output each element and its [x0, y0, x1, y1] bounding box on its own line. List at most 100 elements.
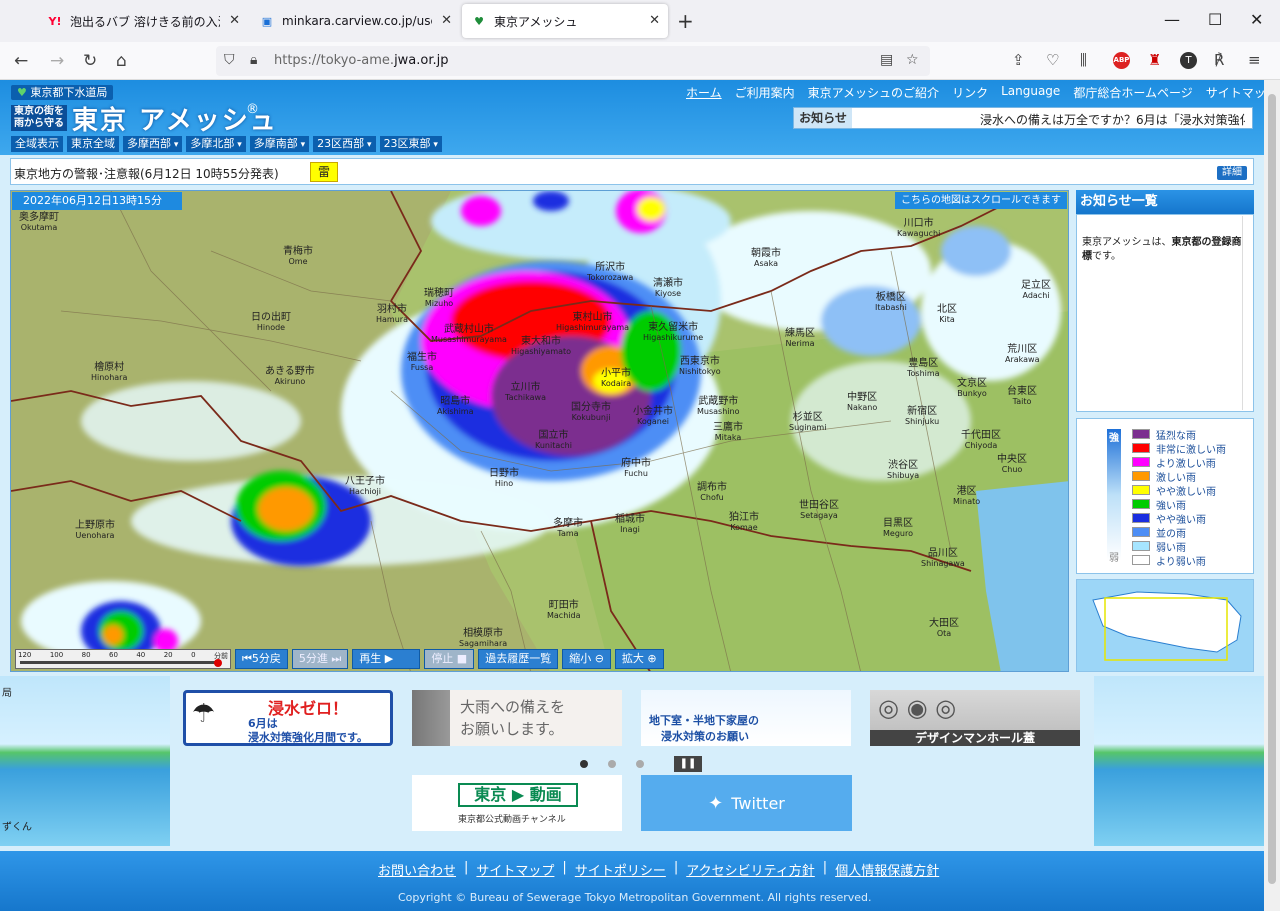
tab-yahoo[interactable]: Y! 泡出るバブ 溶けきる前の入浴NG - ✕	[38, 4, 248, 38]
ublock-icon[interactable]: ♜	[1148, 51, 1161, 69]
tokyo-video-banner[interactable]: 東京 ▶ 動画 東京都公式動画チャンネル	[412, 775, 622, 831]
place-label: 所沢市 Tokorozawa	[587, 262, 634, 283]
area-all-view[interactable]: 全域表示	[11, 136, 63, 152]
play-button[interactable]: 再生 ▶	[352, 649, 421, 669]
history-button[interactable]: 過去履歴一覧	[478, 649, 559, 669]
abp-icon[interactable]: ABP	[1113, 52, 1130, 69]
place-label: 板橋区 Itabashi	[875, 292, 907, 313]
place-label: 小平市 Kodaira	[601, 368, 632, 389]
overview-minimap[interactable]	[1076, 579, 1254, 672]
banner-heavy-rain[interactable]: 大雨への備えを お願いします。	[412, 690, 622, 746]
zoom-out-button[interactable]: 縮小 ⊖	[562, 649, 611, 669]
place-label: 日の出町 Hinode	[251, 312, 291, 333]
url-bar[interactable]: ⛉ 🔒︎ https://tokyo-ame.jwa.or.jp ▤ ☆	[216, 46, 930, 76]
nav-home[interactable]: ホーム	[686, 84, 722, 101]
new-tab-icon[interactable]: +	[677, 9, 694, 33]
footer-link-accessibility[interactable]: アクセシビリティ方針	[686, 860, 815, 879]
browser-tab-bar: Y! 泡出るバブ 溶けきる前の入浴NG - ✕ ▣ minkara.carvie…	[0, 0, 1280, 42]
page-scrollbar[interactable]	[1264, 80, 1280, 911]
legend-swatch	[1132, 541, 1150, 551]
tab-tokyo-amesh[interactable]: ♥ 東京アメッシュ ✕	[462, 4, 668, 38]
rain-radar-map[interactable]: 2022年06月12日13時15分 こちらの地図はスクロールできます 奥多摩町 O…	[10, 190, 1069, 672]
area-tokyo-all[interactable]: 東京全域	[67, 136, 119, 152]
back-icon[interactable]: ←	[14, 51, 28, 71]
place-label: 朝霞市 Asaka	[751, 248, 781, 269]
footer-link-policy[interactable]: サイトポリシー	[575, 860, 666, 879]
place-label: 練馬区 Nerima	[785, 328, 815, 349]
carousel-dot[interactable]	[608, 760, 616, 768]
library-icon[interactable]: ⫼	[1080, 51, 1087, 69]
banner-title: 浸水ゼロ！	[268, 699, 349, 718]
nav-metro-gov[interactable]: 都庁総合ホームページ	[1073, 84, 1192, 101]
warning-detail-button[interactable]: 詳細	[1217, 166, 1247, 180]
thunder-warning-badge[interactable]: 雷	[310, 162, 338, 182]
scrollbar-thumb[interactable]	[1268, 94, 1276, 884]
home-icon[interactable]: ⌂	[116, 51, 127, 71]
banner-flood-zero[interactable]: ☂ 浸水ゼロ！ 6月は 浸水対策強化月間です。	[183, 690, 393, 746]
news-scrollbar[interactable]	[1242, 216, 1252, 410]
tab-minkara[interactable]: ▣ minkara.carview.co.jp/userid/22 ✕	[250, 4, 460, 38]
news-text: 東京アメッシュは、	[1082, 237, 1172, 248]
twitter-bird-icon: ✦	[708, 792, 724, 814]
legend-item: 猛烈な雨	[1132, 427, 1226, 442]
footer-link-contact[interactable]: お問い合わせ	[378, 860, 456, 879]
nav-guide[interactable]: ご利用案内	[735, 84, 795, 101]
time-scale-slider[interactable]: 120 100 80 60 40 20 0 分前	[15, 649, 231, 669]
close-icon[interactable]: ✕	[649, 13, 660, 28]
banner-design-manhole[interactable]: ◎ ◉ ◎ デザインマンホール蓋	[870, 690, 1080, 746]
copyright: Copyright © Bureau of Sewerage Tokyo Met…	[398, 891, 872, 904]
minimize-icon[interactable]: —	[1164, 10, 1180, 29]
shield-icon[interactable]: ⛉	[224, 52, 235, 68]
place-label: 武蔵野市 Musashino	[697, 396, 740, 417]
reload-icon[interactable]: ↻	[83, 51, 97, 71]
nav-language[interactable]: Language	[1001, 84, 1060, 101]
area-tama-south[interactable]: 多摩南部	[249, 136, 310, 152]
place-label: 品川区 Shinagawa	[921, 548, 965, 569]
bureau-label[interactable]: ♥ 東京都下水道局	[11, 85, 114, 100]
notice-text[interactable]: 浸水への備えは万全ですか？6月は「浸水対策強化	[980, 111, 1245, 128]
carousel-pause-button[interactable]: ❚❚	[674, 756, 702, 772]
place-label: 東村山市 Higashimurayama	[556, 312, 630, 333]
account-icon[interactable]: T	[1180, 52, 1197, 69]
zoom-in-button[interactable]: 拡大 ⊕	[614, 649, 664, 669]
nav-sitemap[interactable]: サイトマップ	[1206, 84, 1264, 101]
rw-icon[interactable]: ℟	[1214, 51, 1224, 69]
menu-icon[interactable]: ≡	[1248, 51, 1261, 69]
carousel-dot[interactable]	[580, 760, 588, 768]
area-23ku-west[interactable]: 23区西部	[313, 136, 376, 152]
umbrella-mascot-icon: ☂	[192, 699, 216, 729]
lock-icon[interactable]: 🔒︎	[250, 52, 257, 68]
forward-icon[interactable]: →	[50, 51, 64, 71]
footer-link-sitemap[interactable]: サイトマップ	[476, 860, 554, 879]
scale-tick: 120	[18, 651, 32, 659]
close-icon[interactable]: ✕	[229, 13, 240, 28]
nav-about[interactable]: 東京アメッシュのご紹介	[808, 84, 939, 101]
bookmark-star-icon[interactable]: ☆	[906, 52, 919, 68]
area-tama-north[interactable]: 多摩北部	[186, 136, 246, 152]
area-tama-west[interactable]: 多摩西部	[123, 136, 183, 152]
twitter-banner[interactable]: ✦ Twitter	[641, 775, 852, 831]
scale-handle[interactable]	[214, 659, 222, 667]
place-label: 国分寺市 Kokubunji	[571, 402, 611, 423]
area-23ku-east[interactable]: 23区東部	[379, 136, 442, 152]
window-close-icon[interactable]: ✕	[1250, 10, 1263, 29]
back-5min-button[interactable]: ⏮5分戻	[235, 649, 288, 669]
maximize-icon[interactable]: ☐	[1208, 10, 1222, 29]
time-scale-ticks: 120 100 80 60 40 20 0 分前	[18, 651, 228, 661]
carousel-dot[interactable]	[636, 760, 644, 768]
close-icon[interactable]: ✕	[441, 13, 452, 28]
separator: |	[562, 860, 567, 875]
banner-basement[interactable]: 地下室・半地下家屋の 浸水対策のお願い	[641, 690, 851, 746]
place-label: 八王子市 Hachioji	[345, 476, 385, 497]
reader-icon[interactable]: ▤	[880, 52, 893, 68]
nav-links[interactable]: リンク	[952, 84, 988, 101]
pocket-icon[interactable]: ♡	[1046, 51, 1059, 69]
forward-5min-button[interactable]: 5分進 ⏭	[291, 649, 349, 669]
notice-ticker[interactable]: お知らせ 浸水への備えは万全ですか？6月は「浸水対策強化	[793, 107, 1253, 129]
stop-button[interactable]: 停止 ■	[424, 649, 475, 669]
place-label: 清瀬市 Kiyose	[653, 278, 683, 299]
place-label: 青梅市 Ome	[283, 246, 313, 267]
bureau-name: 東京都下水道局	[30, 86, 108, 99]
extensions-icon[interactable]: ⇪	[1012, 51, 1025, 69]
footer-link-privacy[interactable]: 個人情報保護方針	[835, 860, 939, 879]
